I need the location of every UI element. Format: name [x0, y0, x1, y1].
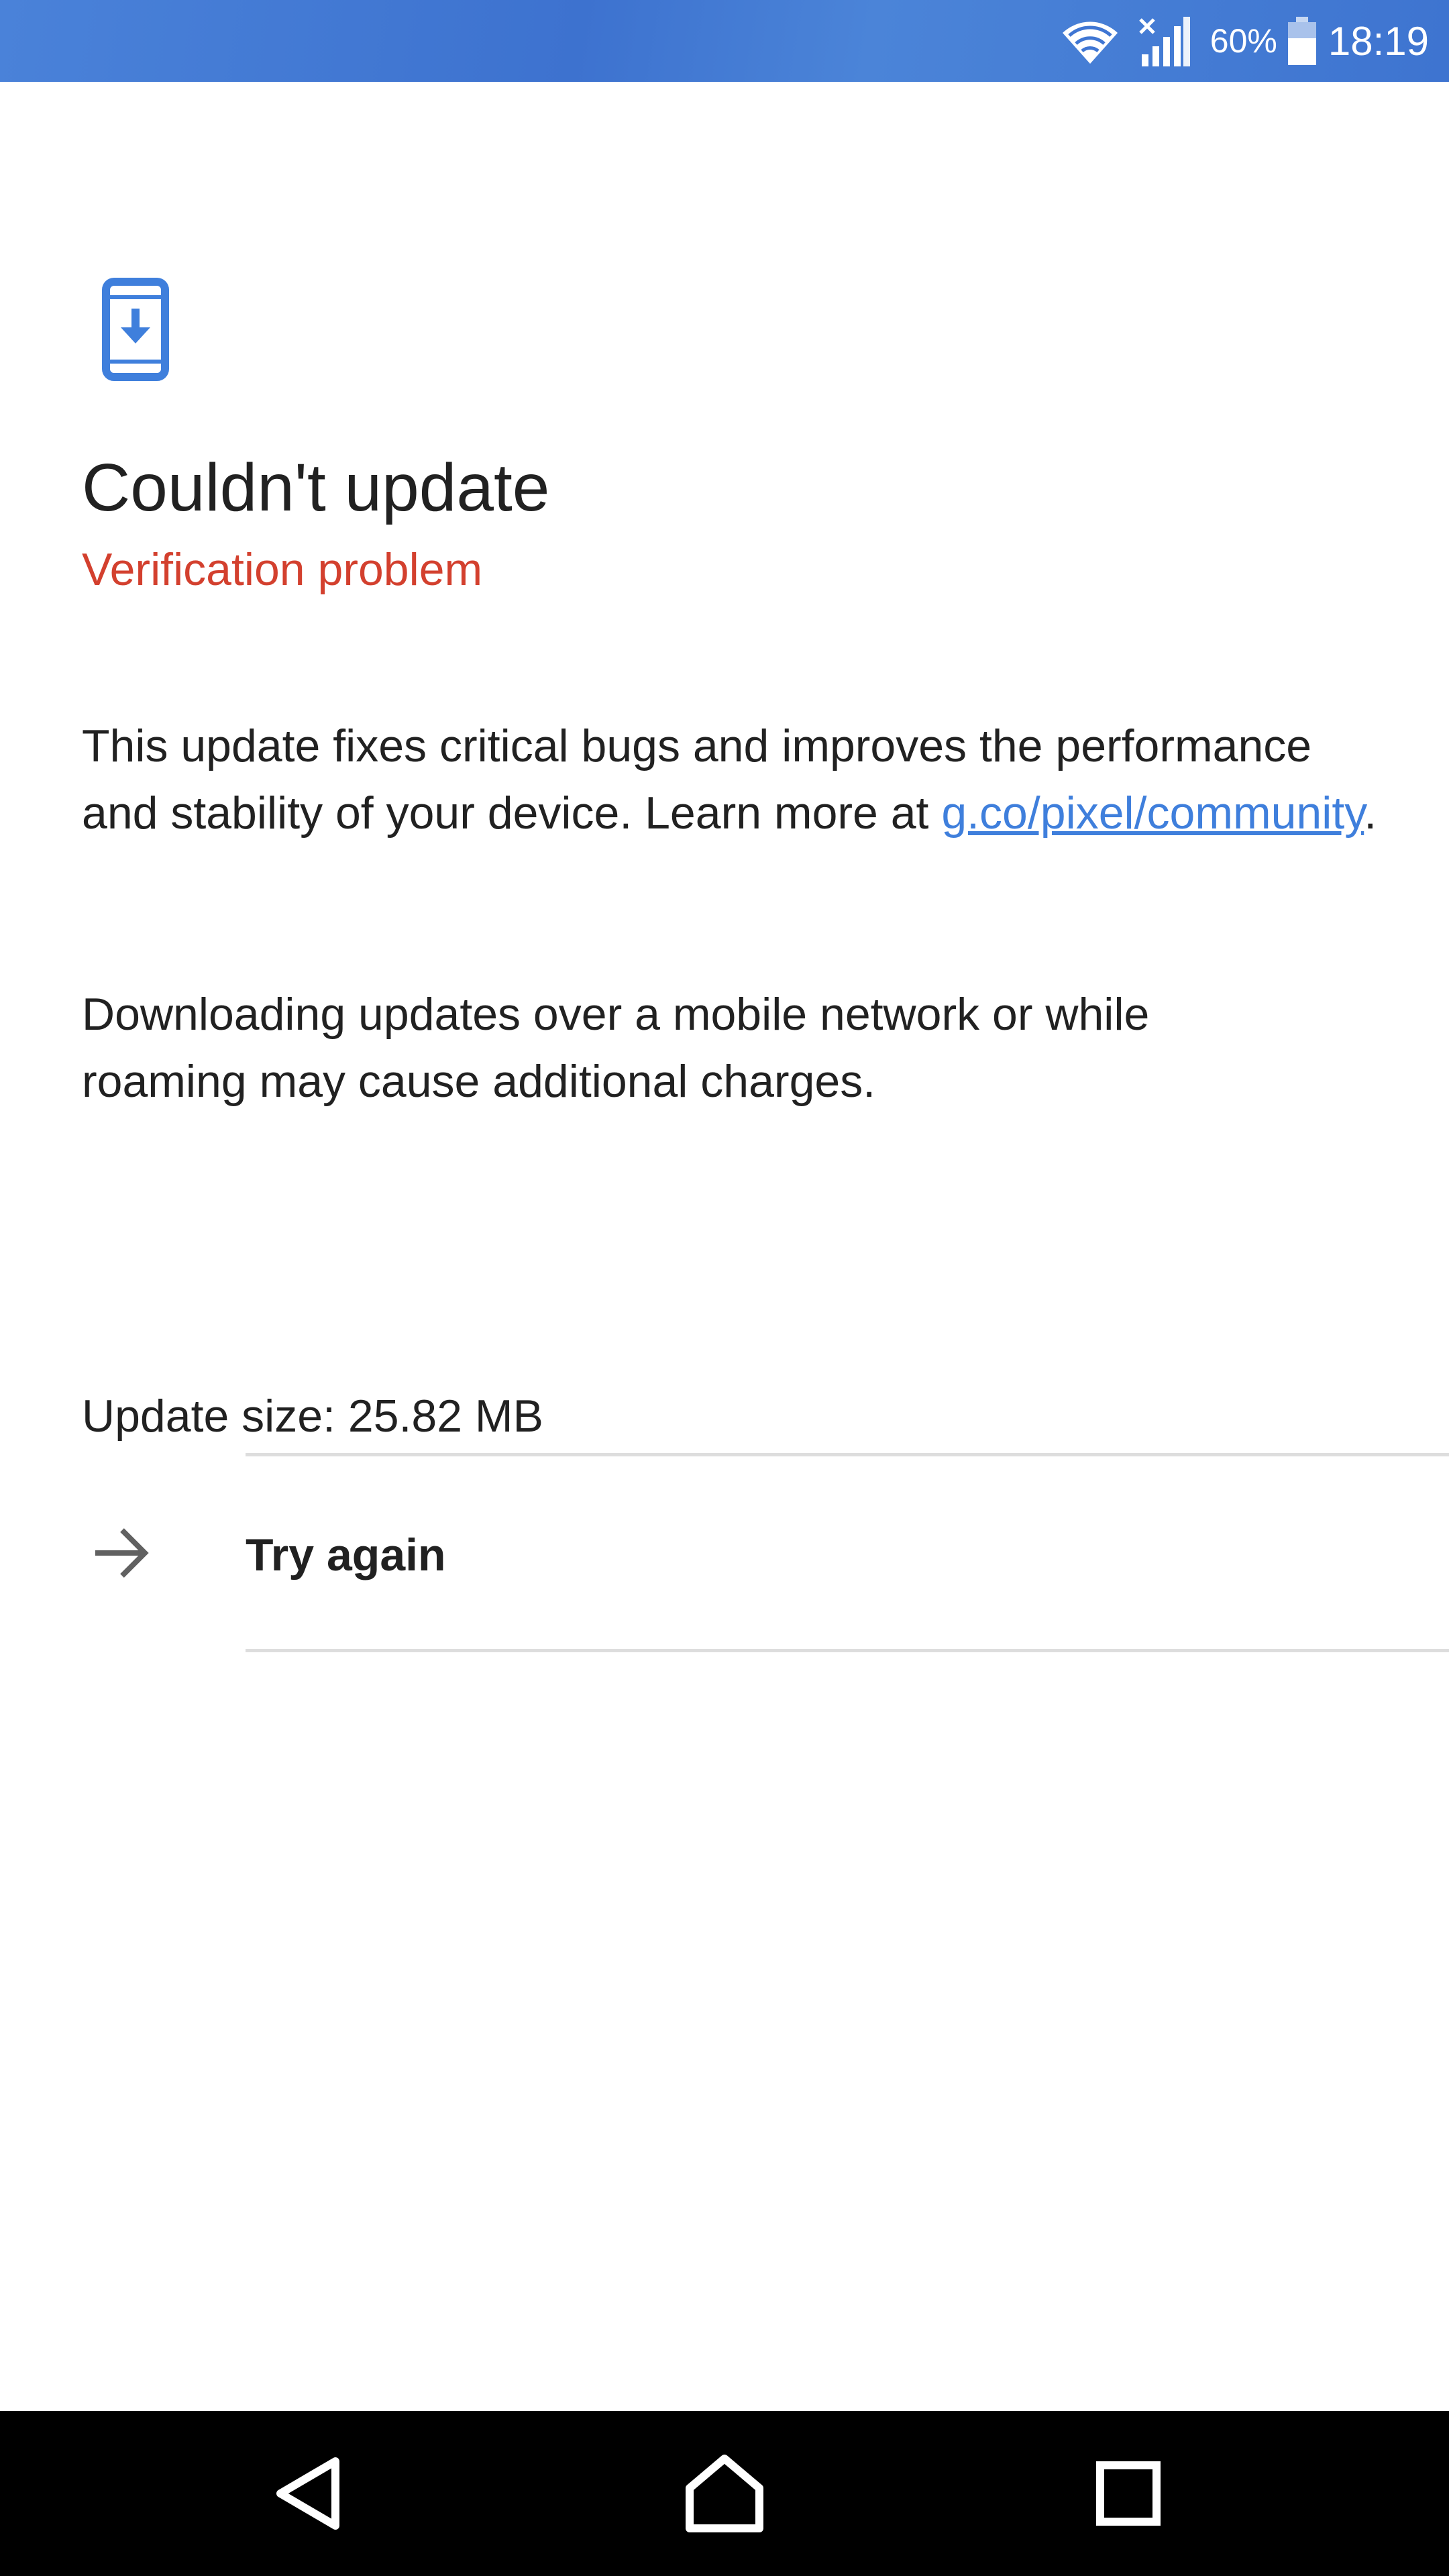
cellular-signal-icon	[1138, 17, 1190, 66]
status-bar: 60% 18:19	[0, 0, 1449, 82]
home-icon[interactable]	[671, 2440, 778, 2547]
battery-icon	[1287, 17, 1316, 65]
page-title: Couldn't update	[82, 450, 550, 525]
pixel-community-link[interactable]: g.co/pixel/community	[941, 788, 1364, 839]
battery-percentage: 60%	[1210, 22, 1277, 60]
status-indicators: 60% 18:19	[1060, 0, 1429, 82]
update-description: This update fixes critical bugs and impr…	[82, 712, 1397, 847]
divider	[246, 1649, 1449, 1652]
status-clock: 18:19	[1328, 18, 1429, 64]
back-icon[interactable]	[256, 2440, 364, 2547]
arrow-forward-icon	[95, 1528, 149, 1578]
try-again-button[interactable]: Try again	[0, 1456, 1449, 1649]
charges-notice: Downloading updates over a mobile networ…	[82, 989, 1150, 1107]
system-update-icon	[102, 278, 169, 381]
recents-icon[interactable]	[1075, 2440, 1182, 2547]
navigation-bar	[0, 2411, 1449, 2576]
error-subtitle: Verification problem	[82, 544, 483, 595]
try-again-label: Try again	[246, 1529, 446, 1580]
wifi-icon	[1062, 21, 1118, 64]
update-size: Update size: 25.82 MB	[82, 1391, 543, 1442]
system-update-page: Couldn't update Verification problem Thi…	[0, 82, 1449, 2411]
description-end: .	[1364, 788, 1377, 839]
